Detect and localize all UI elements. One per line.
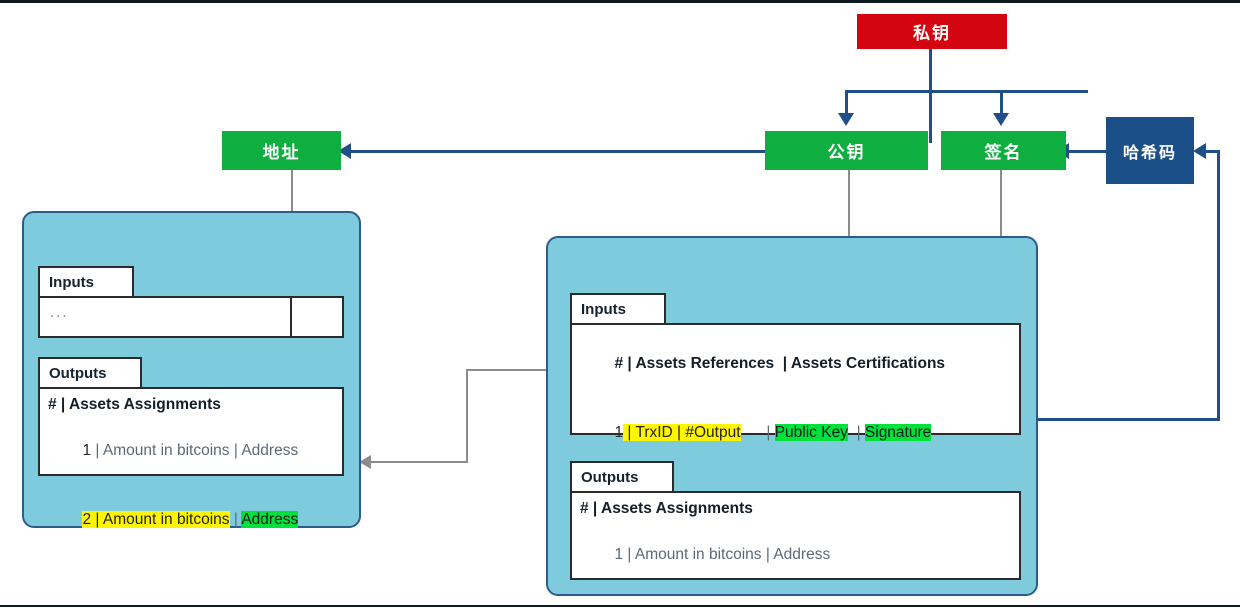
txid2-output-row-1-amount: Amount in bitcoins: [634, 546, 762, 563]
txid1-inputs-tab[interactable]: Inputs: [38, 266, 134, 296]
top-edge-strip: [0, 0, 1240, 3]
txid1-outputs-header: # | Assets Assignments: [48, 396, 221, 413]
node-address-label: 地址: [262, 143, 301, 162]
txid1-inputs-panel: ...: [38, 296, 344, 338]
conn-privkey-stem: [929, 48, 932, 143]
txid2-output-row-2: 2 | Amount in bitcoins | Address: [580, 589, 1019, 611]
txid1-outputs-tab[interactable]: Outputs: [38, 357, 142, 387]
node-private-key[interactable]: 私钥: [857, 14, 1007, 49]
txid1-inputs-placeholder: ...: [50, 304, 69, 321]
txid2-output-row-1-num: 1: [614, 546, 624, 563]
txid2-outputs-panel: # | Assets Assignments 1 | Amount in bit…: [570, 491, 1021, 580]
node-public-key-label: 公钥: [827, 143, 866, 162]
txid2-inputs-header: # | Assets References | Assets Certifica…: [580, 329, 1019, 398]
txid2-inputs-header-left: # | Assets References: [614, 355, 775, 372]
node-signature[interactable]: 签名: [941, 131, 1066, 170]
node-signature-label: 签名: [984, 143, 1023, 162]
txid1-output-row-2: 2 | Amount in bitcoins | Address: [48, 485, 342, 554]
node-private-key-label: 私钥: [913, 24, 951, 43]
arrow-to-public-key: [838, 113, 854, 126]
node-public-key[interactable]: 公钥: [765, 131, 928, 170]
txid2-input-row-1-sep: |: [740, 424, 775, 441]
txid2-input-row-1-sep2: |: [847, 424, 865, 441]
node-hash-code-label: 哈希码: [1122, 144, 1177, 162]
txid1-output-row-1-sep1: |: [91, 442, 103, 459]
txid2-input-row-1: 1 | TrxID | #Output | Public Key | Signa…: [580, 398, 1019, 467]
node-hash-code[interactable]: 哈希码: [1106, 117, 1194, 184]
txid2-inputs-panel: # | Assets References | Assets Certifica…: [570, 323, 1021, 579]
txid2-input-row-1-pubkey: Public Key: [774, 424, 848, 441]
conn-tx2-in-drop: [466, 369, 468, 463]
txid2-inputs-header-sep: |: [774, 355, 791, 372]
txid2-outputs-header: # | Assets Assignments: [580, 500, 753, 517]
txid2-inputs-header-right: Assets Certifications: [790, 355, 946, 372]
conn-pubkey-to-address: [350, 150, 765, 153]
conn-hash-inlet: [1205, 150, 1220, 153]
txid2-outputs-tab[interactable]: Outputs: [570, 461, 674, 491]
txid2-input-row-1-signature: Signature: [864, 424, 932, 441]
arrow-to-signature: [993, 113, 1009, 126]
txid2-output-row-1-sep1: |: [623, 546, 635, 563]
txid1-output-row-1-sep2: |: [229, 442, 242, 459]
node-address[interactable]: 地址: [222, 131, 341, 170]
txid1-output-row-1-amount: Amount in bitcoins: [102, 442, 230, 459]
txid1-output-row-2-sep1: |: [91, 511, 103, 528]
txid1-output-row-2-num: 2: [82, 511, 92, 528]
conn-hash-to-signature: [1068, 150, 1108, 153]
diagram-canvas: 私钥 公钥 签名 地址 哈希码 Transaction TXID1 Inputs…: [0, 0, 1240, 611]
txid1-outputs-panel: # | Assets Assignments 1 | Amount in bit…: [38, 387, 344, 528]
txid1-output-row-1: 1 | Amount in bitcoins | Address: [48, 416, 342, 485]
txid1-output-row-2-amount: Amount in bitcoins: [102, 511, 230, 528]
conn-privkey-bus: [845, 90, 1088, 93]
txid2-input-row-1-ref: | TrxID | #Output: [623, 424, 741, 441]
txid2-output-row-1-sep2: |: [761, 546, 774, 563]
txid2-output-row-1-address: Address: [773, 546, 831, 563]
txid2-inputs-tab[interactable]: Inputs: [570, 293, 666, 323]
txid2-input-row-1-num: 1: [614, 424, 624, 441]
txid2-output-row-1: 1 | Amount in bitcoins | Address: [580, 520, 1019, 589]
txid1-output-row-1-address: Address: [241, 442, 299, 459]
arrow-into-hash-box: [1193, 143, 1206, 159]
conn-tx2-to-hash-h: [1038, 418, 1220, 421]
txid1-output-row-2-sep2: |: [229, 511, 242, 528]
txid1-output-row-2-amount-highlight: 2 | Amount in bitcoins: [82, 511, 230, 528]
conn-tx2-to-hash-v: [1217, 150, 1220, 421]
conn-tx2-in-to-tx1: [371, 461, 467, 463]
txid1-output-row-2-address: Address: [241, 511, 299, 528]
txid1-inputs-col-divider: [290, 298, 292, 336]
txid1-output-row-1-num: 1: [82, 442, 92, 459]
